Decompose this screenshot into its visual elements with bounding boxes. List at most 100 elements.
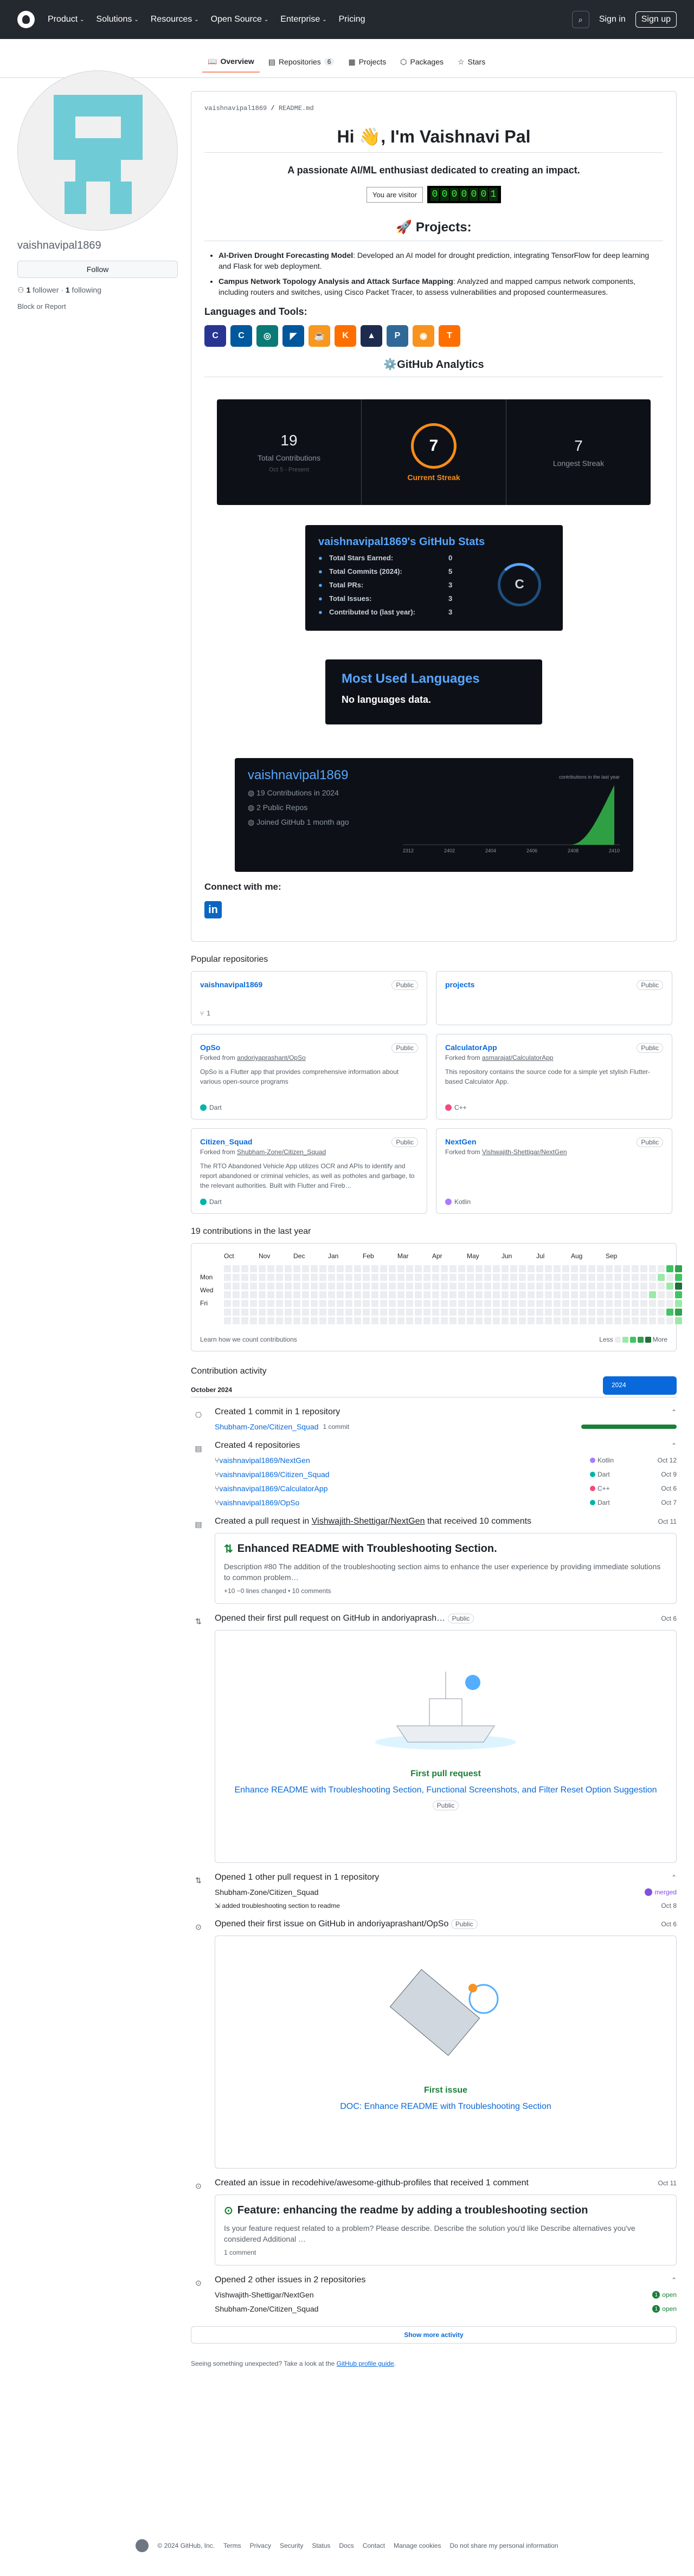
contrib-day[interactable] [415, 1274, 422, 1281]
contrib-day[interactable] [562, 1309, 569, 1316]
contrib-day[interactable] [675, 1300, 682, 1307]
contrib-day[interactable] [510, 1309, 517, 1316]
readme-path-user[interactable]: vaishnavipal1869 [204, 105, 267, 112]
contrib-day[interactable] [623, 1283, 630, 1290]
contrib-day[interactable] [441, 1274, 448, 1281]
contrib-day[interactable] [554, 1317, 561, 1324]
contrib-day[interactable] [363, 1300, 370, 1307]
contrib-day[interactable] [259, 1265, 266, 1272]
contrib-day[interactable] [380, 1283, 387, 1290]
learn-contrib-link[interactable]: Learn how we count contributions [200, 1336, 297, 1343]
show-more-button[interactable]: Show more activity [191, 2326, 677, 2344]
contrib-day[interactable] [580, 1300, 587, 1307]
contrib-day[interactable] [337, 1300, 344, 1307]
contrib-day[interactable] [571, 1300, 578, 1307]
contrib-day[interactable] [397, 1317, 404, 1324]
block-or-report-link[interactable]: Block or Report [17, 302, 178, 310]
contrib-day[interactable] [432, 1291, 439, 1298]
contrib-day[interactable] [241, 1291, 248, 1298]
contrib-day[interactable] [311, 1317, 318, 1324]
contrib-day[interactable] [337, 1274, 344, 1281]
contrib-day[interactable] [423, 1300, 430, 1307]
contrib-day[interactable] [502, 1274, 509, 1281]
created-repo-link[interactable]: vaishnavipal1869/Citizen_Squad [219, 1470, 329, 1479]
contrib-day[interactable] [432, 1283, 439, 1290]
contrib-day[interactable] [623, 1309, 630, 1316]
contrib-day[interactable] [233, 1265, 240, 1272]
contrib-day[interactable] [623, 1300, 630, 1307]
footer-link-docs[interactable]: Docs [339, 2542, 354, 2549]
contrib-day[interactable] [224, 1274, 231, 1281]
contrib-day[interactable] [632, 1309, 639, 1316]
contrib-day[interactable] [467, 1274, 474, 1281]
contrib-day[interactable] [519, 1317, 526, 1324]
contrib-day[interactable] [354, 1274, 361, 1281]
contrib-day[interactable] [597, 1309, 604, 1316]
contrib-day[interactable] [597, 1300, 604, 1307]
contrib-day[interactable] [614, 1283, 621, 1290]
footer-link-do-not-share-my-personal-information[interactable]: Do not share my personal information [449, 2542, 558, 2549]
contrib-day[interactable] [224, 1291, 231, 1298]
contrib-day[interactable] [345, 1317, 352, 1324]
contrib-day[interactable] [311, 1300, 318, 1307]
contrib-day[interactable] [423, 1309, 430, 1316]
repo-name-link[interactable]: OpSo [200, 1043, 418, 1052]
contrib-day[interactable] [658, 1309, 665, 1316]
contrib-day[interactable] [649, 1309, 656, 1316]
contrib-day[interactable] [536, 1283, 543, 1290]
contrib-day[interactable] [658, 1317, 665, 1324]
contrib-day[interactable] [640, 1317, 647, 1324]
contrib-day[interactable] [571, 1309, 578, 1316]
contrib-day[interactable] [484, 1300, 491, 1307]
contrib-day[interactable] [276, 1291, 283, 1298]
avatar[interactable] [17, 70, 178, 231]
collapse-icon[interactable]: ⌃ [671, 2276, 677, 2284]
contrib-day[interactable] [554, 1300, 561, 1307]
contrib-day[interactable] [371, 1317, 378, 1324]
contrib-day[interactable] [363, 1274, 370, 1281]
contrib-day[interactable] [649, 1317, 656, 1324]
contrib-day[interactable] [389, 1291, 396, 1298]
contrib-day[interactable] [502, 1265, 509, 1272]
contrib-day[interactable] [510, 1291, 517, 1298]
contrib-day[interactable] [640, 1283, 647, 1290]
contrib-day[interactable] [319, 1291, 326, 1298]
repo-name-link[interactable]: vaishnavipal1869 [200, 980, 418, 989]
contrib-day[interactable] [562, 1291, 569, 1298]
contrib-day[interactable] [337, 1291, 344, 1298]
contrib-day[interactable] [302, 1309, 309, 1316]
contrib-day[interactable] [259, 1274, 266, 1281]
contrib-day[interactable] [328, 1291, 335, 1298]
contrib-day[interactable] [597, 1274, 604, 1281]
contrib-day[interactable] [588, 1274, 595, 1281]
contrib-day[interactable] [649, 1265, 656, 1272]
contrib-day[interactable] [397, 1300, 404, 1307]
contrib-day[interactable] [302, 1317, 309, 1324]
contrib-day[interactable] [623, 1274, 630, 1281]
contrib-day[interactable] [536, 1274, 543, 1281]
contrib-day[interactable] [562, 1317, 569, 1324]
contrib-day[interactable] [580, 1283, 587, 1290]
contrib-day[interactable] [545, 1274, 552, 1281]
contrib-day[interactable] [614, 1309, 621, 1316]
pr-head-repo[interactable]: Vishwajith-Shettigar/NextGen [312, 1517, 425, 1526]
contrib-day[interactable] [415, 1309, 422, 1316]
contrib-day[interactable] [241, 1309, 248, 1316]
footer-link-manage-cookies[interactable]: Manage cookies [394, 2542, 441, 2549]
contrib-day[interactable] [597, 1317, 604, 1324]
footer-link-status[interactable]: Status [312, 2542, 330, 2549]
contrib-day[interactable] [432, 1317, 439, 1324]
contrib-day[interactable] [285, 1291, 292, 1298]
contrib-day[interactable] [649, 1283, 656, 1290]
github-logo-icon[interactable] [17, 11, 35, 28]
contrib-day[interactable] [510, 1265, 517, 1272]
contrib-day[interactable] [597, 1265, 604, 1272]
contrib-day[interactable] [449, 1300, 457, 1307]
contrib-day[interactable] [606, 1265, 613, 1272]
sign-in-link[interactable]: Sign in [599, 15, 626, 24]
contrib-day[interactable] [406, 1309, 413, 1316]
contrib-day[interactable] [389, 1309, 396, 1316]
contrib-day[interactable] [519, 1283, 526, 1290]
repo-name-link[interactable]: NextGen [445, 1137, 663, 1146]
contrib-day[interactable] [545, 1300, 552, 1307]
